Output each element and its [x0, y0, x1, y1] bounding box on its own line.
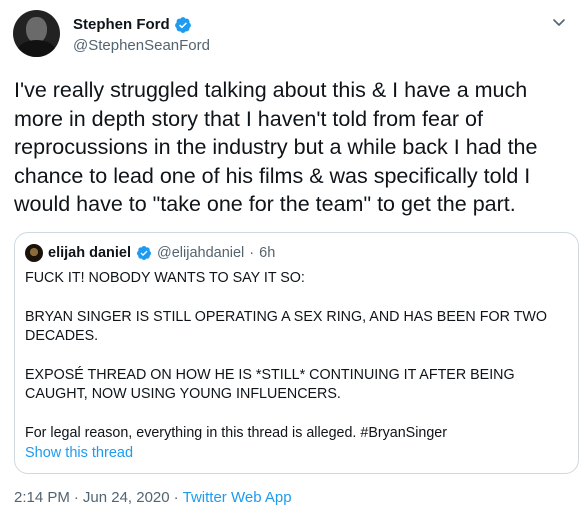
meta-separator: ·	[173, 489, 179, 506]
author-name-row: Stephen Ford	[73, 14, 210, 35]
verified-badge-icon	[174, 16, 191, 33]
author-handle[interactable]: @StephenSeanFord	[73, 37, 210, 54]
quoted-paragraph: For legal reason, everything in this thr…	[25, 424, 447, 441]
quoted-tweet-header: elijah daniel @elijahdaniel · 6h	[25, 244, 275, 262]
show-thread-link[interactable]: Show this thread	[25, 445, 133, 461]
author-display-name[interactable]: Stephen Ford	[73, 16, 170, 33]
tweet-date[interactable]: Jun 24, 2020	[83, 489, 170, 506]
tweet-time[interactable]: 2:14 PM	[14, 489, 70, 506]
avatar[interactable]	[13, 10, 60, 57]
quoted-handle: @elijahdaniel	[157, 245, 245, 261]
quoted-time: 6h	[259, 245, 276, 261]
tweet-source-app[interactable]: Twitter Web App	[183, 489, 292, 506]
tweet-text: I've really struggled talking about this…	[14, 78, 544, 216]
quoted-display-name: elijah daniel	[48, 245, 131, 261]
tweet-header: Stephen Ford @StephenSeanFord	[13, 10, 573, 60]
tweet-meta: 2:14 PM · Jun 24, 2020 · Twitter Web App	[14, 489, 292, 506]
author-block: Stephen Ford @StephenSeanFord	[73, 14, 210, 54]
quoted-avatar	[25, 244, 43, 262]
quoted-paragraph: BRYAN SINGER IS STILL OPERATING A SEX RI…	[25, 308, 547, 345]
avatar-shoulders	[17, 40, 56, 57]
quoted-tweet-text: FUCK IT! NOBODY WANTS TO SAY IT SO: BRYA…	[25, 269, 565, 443]
verified-badge-icon	[136, 246, 151, 260]
quoted-separator: ·	[249, 245, 255, 261]
quoted-paragraph: EXPOSÉ THREAD ON HOW HE IS *STILL* CONTI…	[25, 366, 515, 403]
quoted-tweet[interactable]: elijah daniel @elijahdaniel · 6h FUCK IT…	[14, 232, 579, 474]
meta-separator: ·	[73, 489, 79, 506]
quoted-paragraph: FUCK IT! NOBODY WANTS TO SAY IT SO:	[25, 270, 305, 286]
chevron-down-icon[interactable]	[551, 14, 567, 30]
